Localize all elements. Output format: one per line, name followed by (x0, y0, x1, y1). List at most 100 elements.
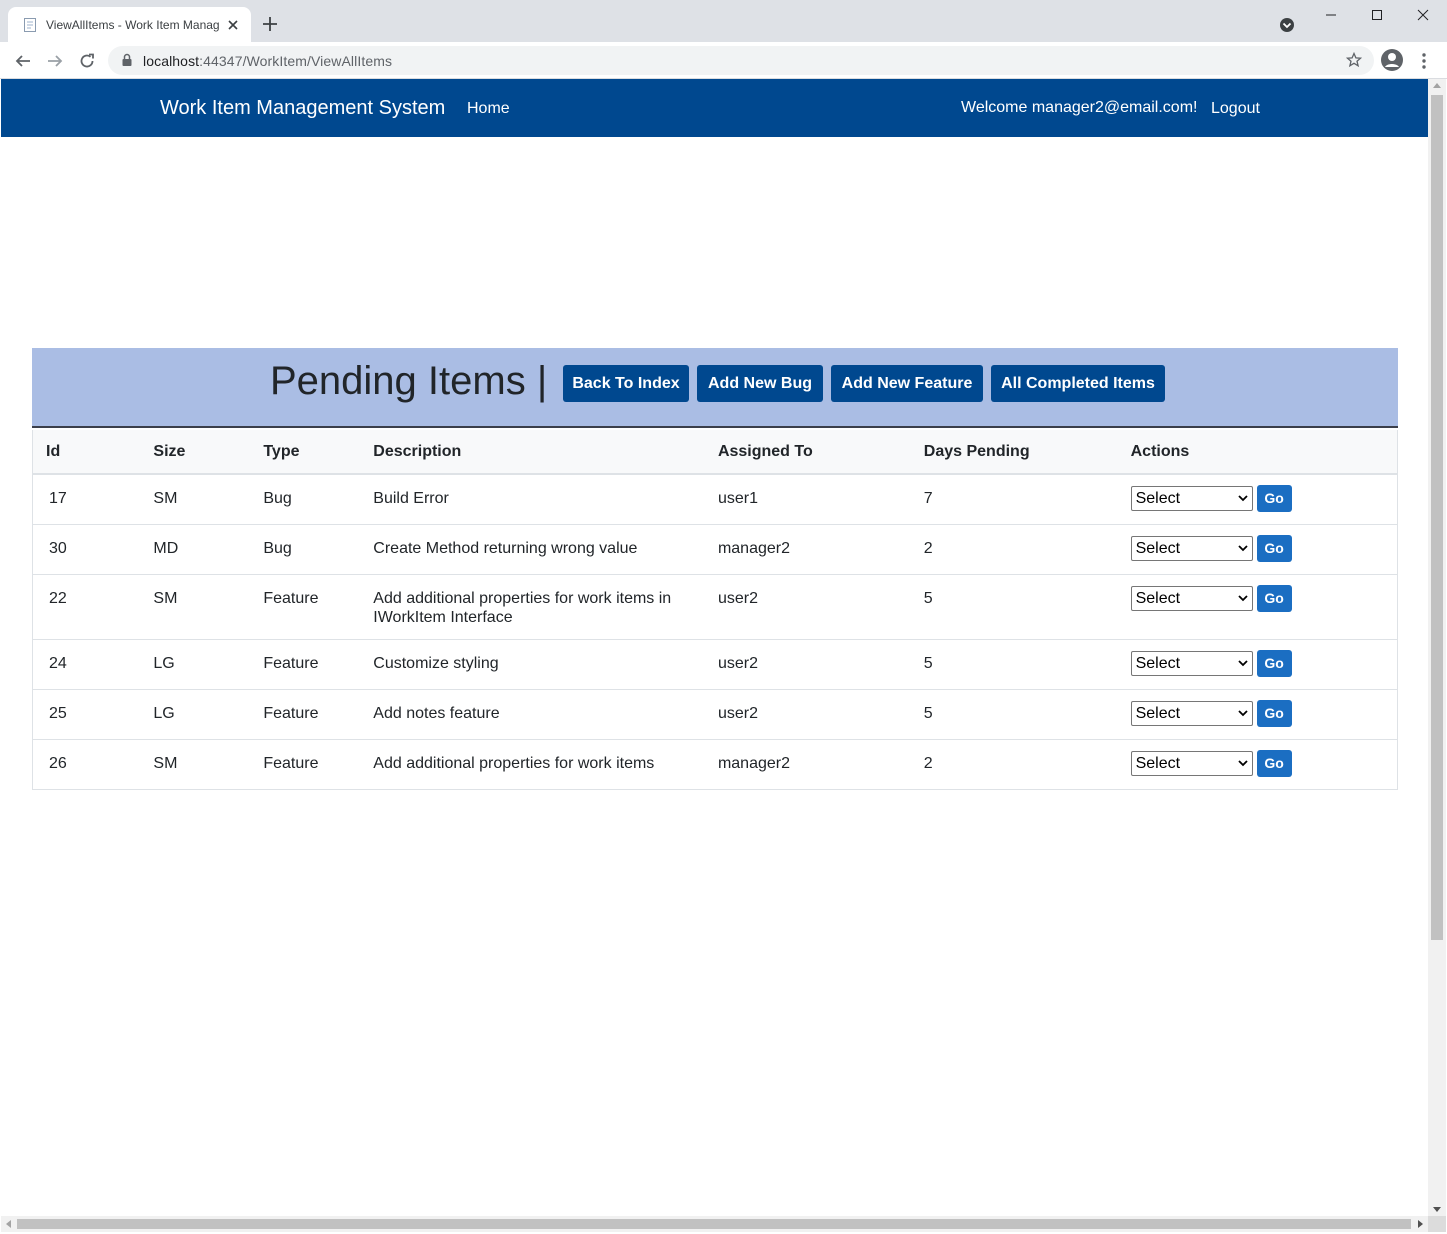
go-button[interactable]: Go (1256, 650, 1292, 677)
action-select-value: Select (1135, 540, 1181, 557)
cell-description: Customize styling (360, 639, 705, 690)
back-to-index-button[interactable]: Back To Index (563, 365, 689, 402)
scroll-right-icon[interactable] (1418, 1220, 1423, 1228)
horizontal-scroll-thumb[interactable] (17, 1219, 1411, 1229)
add-new-feature-button[interactable]: Add New Feature (831, 365, 983, 402)
vertical-scrollbar[interactable] (1428, 79, 1446, 1216)
cell-description: Add additional properties for work items (360, 739, 705, 790)
go-button[interactable]: Go (1256, 485, 1292, 512)
cell-type: Feature (250, 639, 361, 690)
chevron-down-icon (1237, 495, 1248, 502)
scroll-down-icon[interactable] (1433, 1207, 1441, 1212)
back-button[interactable] (11, 49, 35, 73)
logout-link[interactable]: Logout (1211, 100, 1260, 118)
page-title: Pending Items | (270, 359, 548, 403)
browser-tabstrip: ViewAllItems - Work Item Manag (0, 0, 1447, 42)
forward-button[interactable] (43, 49, 67, 73)
close-window-button[interactable] (1400, 4, 1446, 26)
maximize-icon (1372, 10, 1382, 20)
go-button[interactable]: Go (1256, 750, 1292, 777)
brand-link[interactable]: Work Item Management System (160, 97, 445, 120)
horizontal-scrollbar[interactable] (1, 1216, 1428, 1232)
cell-size: SM (140, 739, 251, 790)
table-row: 26 SM Feature Add additional properties for… (32, 739, 1398, 790)
maximize-window-button[interactable] (1354, 4, 1400, 26)
cell-type: Bug (250, 474, 361, 525)
more-vertical-icon (1422, 53, 1426, 69)
table-header-row: Id Size Type Description Assigned To Day… (32, 430, 1398, 475)
cell-days-pending: 5 (910, 689, 1118, 740)
minimize-window-button[interactable] (1308, 4, 1354, 26)
cell-type: Feature (250, 574, 361, 640)
cell-assigned-to: user2 (704, 639, 911, 690)
action-select[interactable]: Select (1130, 586, 1253, 611)
profile-avatar-icon[interactable] (1380, 48, 1404, 72)
cell-actions: Select Go (1117, 524, 1398, 575)
action-select-value: Select (1135, 655, 1181, 672)
cell-size: LG (140, 639, 251, 690)
arrow-right-icon (48, 55, 63, 67)
cell-assigned-to: user2 (704, 574, 911, 640)
chevron-down-icon (1237, 710, 1248, 717)
cell-size: LG (140, 689, 251, 740)
go-button[interactable]: Go (1256, 535, 1292, 562)
action-select-value: Select (1135, 590, 1181, 607)
site-navbar: Work Item Management System Home Welcome… (1, 79, 1428, 137)
cell-id: 22 (32, 574, 141, 640)
cell-assigned-to: user2 (704, 689, 911, 740)
new-tab-icon[interactable] (260, 14, 280, 34)
scroll-up-icon[interactable] (1433, 83, 1441, 88)
go-button[interactable]: Go (1256, 700, 1292, 727)
reload-icon (80, 53, 94, 68)
cell-size: MD (140, 524, 251, 575)
close-tab-icon[interactable] (225, 17, 241, 33)
column-header-type: Type (250, 430, 361, 475)
address-bar[interactable]: localhost:44347/WorkItem/ViewAllItems (108, 46, 1374, 75)
bookmark-star-icon[interactable] (1346, 52, 1362, 68)
cell-size: SM (140, 474, 251, 525)
cell-id: 26 (32, 739, 141, 790)
column-header-actions: Actions (1117, 430, 1398, 475)
scroll-left-icon[interactable] (6, 1220, 11, 1228)
table-row: 17 SM Bug Build Error user1 7 Select Go (32, 474, 1398, 525)
action-select-value: Select (1135, 705, 1181, 722)
action-select[interactable]: Select (1130, 701, 1253, 726)
cell-actions: Select Go (1117, 474, 1398, 525)
action-select[interactable]: Select (1130, 536, 1253, 561)
page-favicon-icon (24, 17, 36, 32)
action-select-value: Select (1135, 755, 1181, 772)
vertical-scroll-thumb[interactable] (1431, 95, 1443, 940)
browser-menu-button[interactable] (1416, 49, 1432, 73)
page-viewport: Work Item Management System Home Welcome… (1, 79, 1428, 1216)
row-actions: Select Go (1130, 485, 1385, 512)
table-row: 25 LG Feature Add notes feature user2 5 Select… (32, 689, 1398, 740)
reload-button[interactable] (75, 49, 99, 73)
column-header-size: Size (140, 430, 251, 475)
browser-tab[interactable]: ViewAllItems - Work Item Manag (8, 7, 251, 42)
chevron-down-icon (1237, 660, 1248, 667)
cell-id: 25 (32, 689, 141, 740)
cell-description: Create Method returning wrong value (360, 524, 705, 575)
tab-search-icon[interactable] (1277, 15, 1297, 35)
nav-home-link[interactable]: Home (467, 100, 510, 118)
action-select[interactable]: Select (1130, 486, 1253, 511)
action-select[interactable]: Select (1130, 751, 1253, 776)
all-completed-items-button[interactable]: All Completed Items (991, 365, 1165, 402)
table-row: 30 MD Bug Create Method returning wrong val… (32, 524, 1398, 575)
chevron-down-icon (1237, 760, 1248, 767)
cell-actions: Select Go (1117, 739, 1398, 790)
cell-actions: Select Go (1117, 574, 1398, 640)
cell-type: Feature (250, 739, 361, 790)
row-actions: Select Go (1130, 750, 1385, 777)
pending-items-header: Pending Items | Back To Index Add New Bu… (32, 348, 1398, 428)
lock-icon[interactable] (121, 53, 133, 67)
go-button[interactable]: Go (1256, 585, 1292, 612)
add-new-bug-button[interactable]: Add New Bug (697, 365, 823, 402)
action-select[interactable]: Select (1130, 651, 1253, 676)
cell-assigned-to: user1 (704, 474, 911, 525)
cell-days-pending: 5 (910, 574, 1118, 640)
chevron-down-icon (1237, 595, 1248, 602)
cell-days-pending: 5 (910, 639, 1118, 690)
table-body: 17 SM Bug Build Error user1 7 Select Go 30 MD Bug C… (32, 474, 1398, 790)
column-header-days-pending: Days Pending (910, 430, 1118, 475)
